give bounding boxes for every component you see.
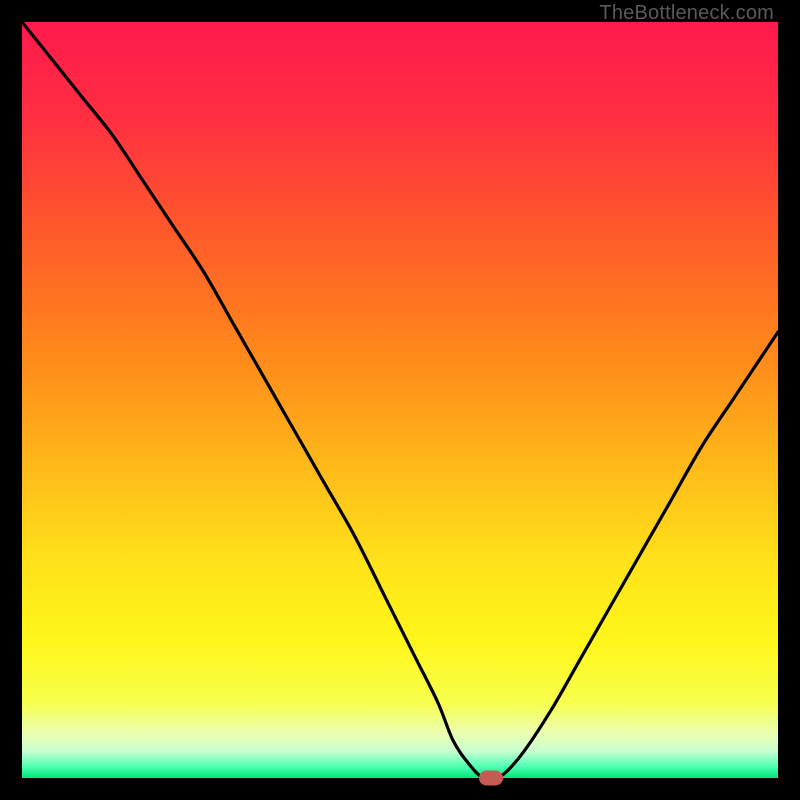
chart-frame <box>22 22 778 778</box>
gradient-background <box>22 22 778 778</box>
optimal-marker <box>479 771 503 786</box>
bottleneck-chart <box>22 22 778 778</box>
